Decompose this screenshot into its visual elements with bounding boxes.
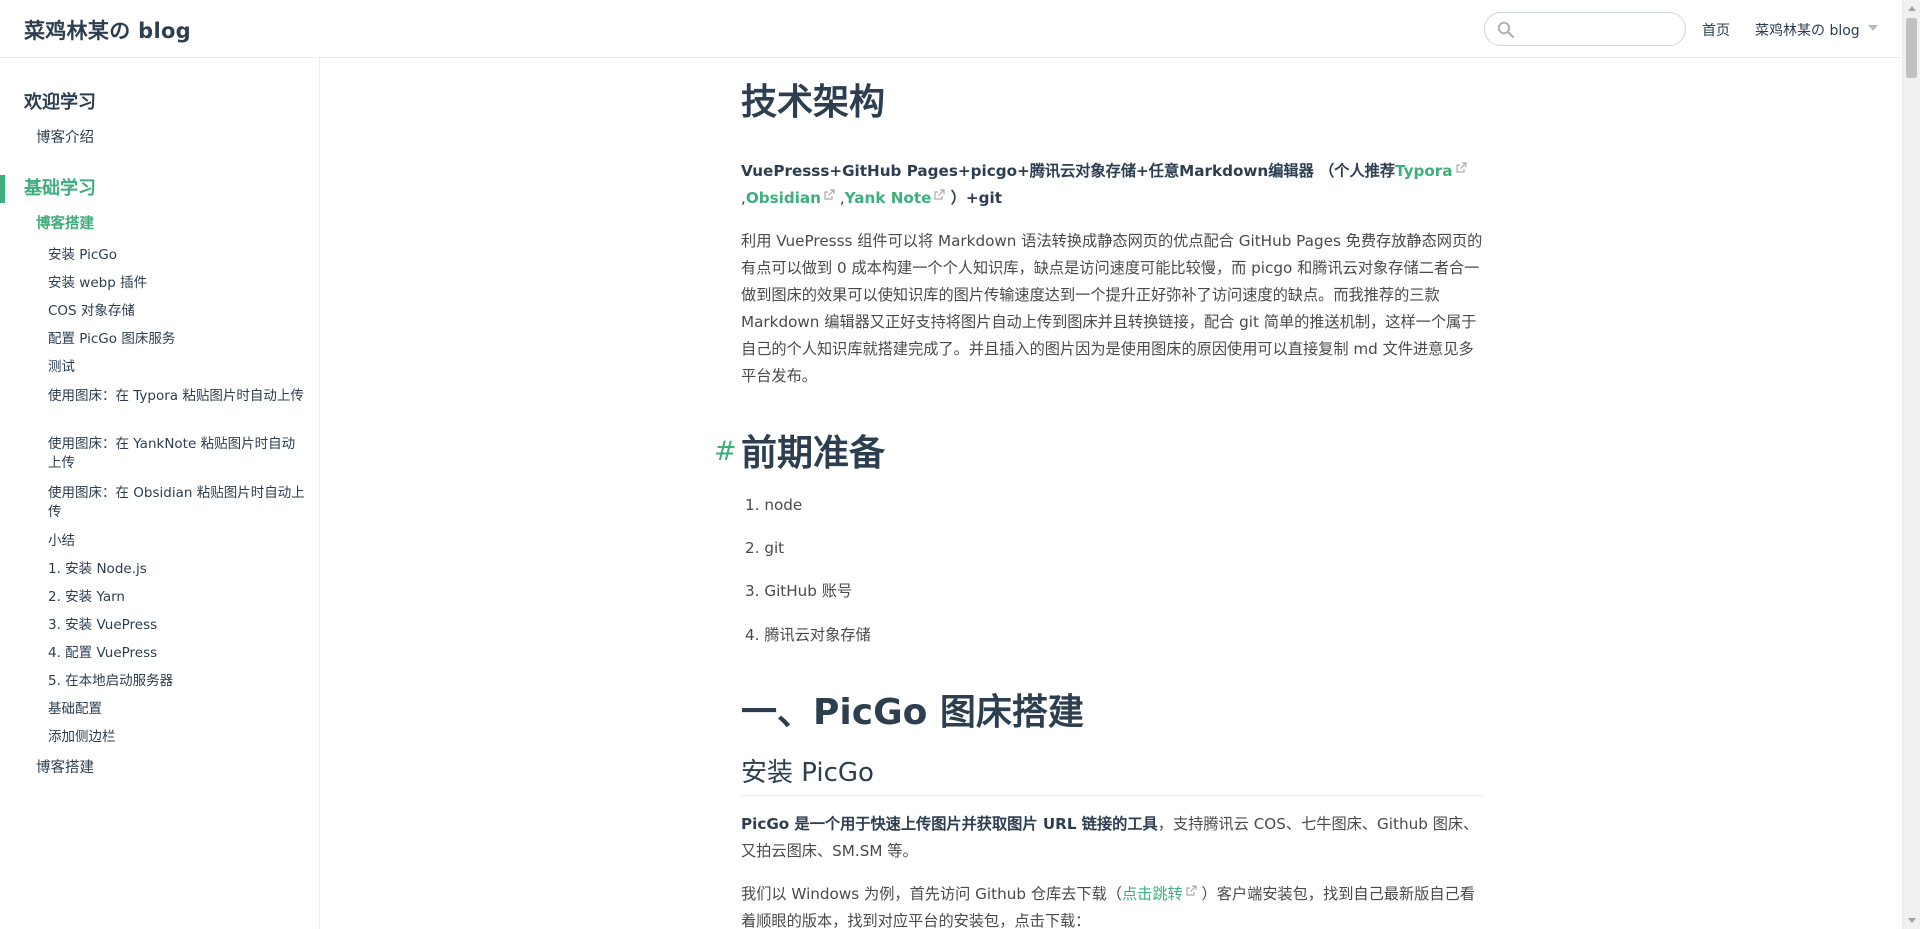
page-title: 技术架构 (741, 82, 886, 123)
sidebar-subitem[interactable]: 1. 安装 Node.js (48, 560, 306, 579)
list-item: 1. node (745, 496, 803, 514)
sidebar-subitem[interactable]: 使用图床：在 Obsidian 粘贴图片时自动上传 (48, 484, 306, 522)
stack-sep-2: , (835, 189, 845, 207)
sidebar-subitem[interactable]: 使用图床：在 Typora 粘贴图片时自动上传 (48, 387, 306, 406)
list-item: 4. 腾讯云对象存储 (745, 626, 871, 644)
download-link-label[interactable]: 点击跳转 (1122, 885, 1183, 903)
sidebar-subitem[interactable]: 基础配置 (48, 700, 306, 719)
sidebar-subitem[interactable]: 4. 配置 VuePress (48, 644, 306, 663)
list-item: 2. git (745, 539, 785, 557)
intro-paragraph: 利用 VuePresss 组件可以将 Markdown 语法转换成静态网页的优点… (741, 232, 1483, 385)
chevron-down-icon[interactable] (1868, 25, 1878, 31)
sidebar-subitem[interactable]: COS 对象存储 (48, 302, 306, 321)
nav-home-link[interactable]: 首页 (1702, 20, 1730, 40)
scrollbar-thumb[interactable] (1906, 18, 1917, 78)
navbar: 菜鸡林某の blog 首页 菜鸡林某の blog (0, 0, 1902, 58)
external-link-icon (824, 189, 835, 200)
sidebar-item-blog-intro[interactable]: 博客介绍 (36, 128, 94, 148)
tech-stack-prefix: VuePresss+GitHub Pages+picgo+腾讯云对象存储+任意M… (741, 162, 1396, 180)
sidebar-group-welcome[interactable]: 欢迎学习 (0, 89, 320, 117)
search-icon (1497, 21, 1515, 39)
tech-stack-suffix: ）+git (945, 189, 1002, 207)
typora-link-label[interactable]: Typora (1395, 162, 1453, 180)
yanknote-link-label[interactable]: Yank Note (845, 189, 932, 207)
sidebar-subitem[interactable]: 配置 PicGo 图床服务 (48, 330, 306, 349)
section-heading-picgo: 一、PicGo 图床搭建 (741, 692, 1084, 733)
sidebar-item-blog-build[interactable]: 博客搭建 (36, 758, 94, 778)
section-heading-prep-text: 前期准备 (741, 433, 886, 474)
yanknote-link[interactable]: Yank Note (845, 189, 946, 207)
external-link-icon (934, 189, 946, 200)
sidebar-subitem[interactable]: 2. 安装 Yarn (48, 588, 306, 607)
typora-link[interactable]: Typora (1395, 162, 1467, 180)
heading-anchor-link[interactable]: # (714, 429, 737, 475)
site-name-link[interactable]: 菜鸡林某の blog (24, 15, 191, 45)
sidebar-subitem[interactable]: 安装 PicGo (48, 246, 306, 265)
download-link[interactable]: 点击跳转 (1122, 885, 1197, 903)
sidebar: 欢迎学习 博客介绍 基础学习 博客搭建 安装 PicGo 安装 webp 插件 … (0, 58, 320, 929)
scroll-down-icon[interactable] (1908, 918, 1916, 923)
scroll-up-icon[interactable] (1908, 6, 1916, 11)
external-link-icon (1455, 162, 1467, 173)
sidebar-subitem[interactable]: 5. 在本地启动服务器 (48, 672, 306, 691)
sidebar-subitem[interactable]: 测试 (48, 358, 306, 377)
page-scrollbar[interactable] (1902, 0, 1920, 929)
download-prefix: 我们以 Windows 为例，首先访问 Github 仓库去下载（ (741, 885, 1122, 903)
picgo-description-bold: PicGo 是一个用于快速上传图片并获取图片 URL 链接的工具 (741, 815, 1158, 833)
sidebar-subitem[interactable]: 小结 (48, 532, 306, 551)
search-input[interactable] (1521, 17, 1679, 41)
sidebar-subitem[interactable]: 添加侧边栏 (48, 728, 306, 747)
sidebar-subitem[interactable]: 3. 安装 VuePress (48, 616, 306, 635)
tech-stack-line: VuePresss+GitHub Pages+picgo+腾讯云对象存储+任意M… (741, 158, 1483, 212)
sub-heading-install-picgo: 安装 PicGo (741, 755, 1483, 796)
obsidian-link-label[interactable]: Obsidian (746, 189, 821, 207)
nav-blog-dropdown[interactable]: 菜鸡林某の blog (1755, 20, 1860, 40)
download-paragraph: 我们以 Windows 为例，首先访问 Github 仓库去下载（点击跳转 ）客… (741, 881, 1483, 929)
sidebar-item-blog-build-active[interactable]: 博客搭建 (36, 214, 94, 234)
picgo-description: PicGo 是一个用于快速上传图片并获取图片 URL 链接的工具，支持腾讯云 C… (741, 811, 1483, 865)
sidebar-subitem[interactable]: 使用图床：在 YankNote 粘贴图片时自动上传 (48, 435, 306, 473)
section-heading-prep: # 前期准备 (714, 431, 886, 477)
list-item: 3. GitHub 账号 (745, 582, 853, 600)
sidebar-group-basics[interactable]: 基础学习 (0, 175, 320, 203)
obsidian-link[interactable]: Obsidian (746, 189, 835, 207)
search-box[interactable] (1484, 12, 1686, 46)
external-link-icon (1186, 885, 1197, 896)
sidebar-subitem[interactable]: 安装 webp 插件 (48, 274, 306, 293)
